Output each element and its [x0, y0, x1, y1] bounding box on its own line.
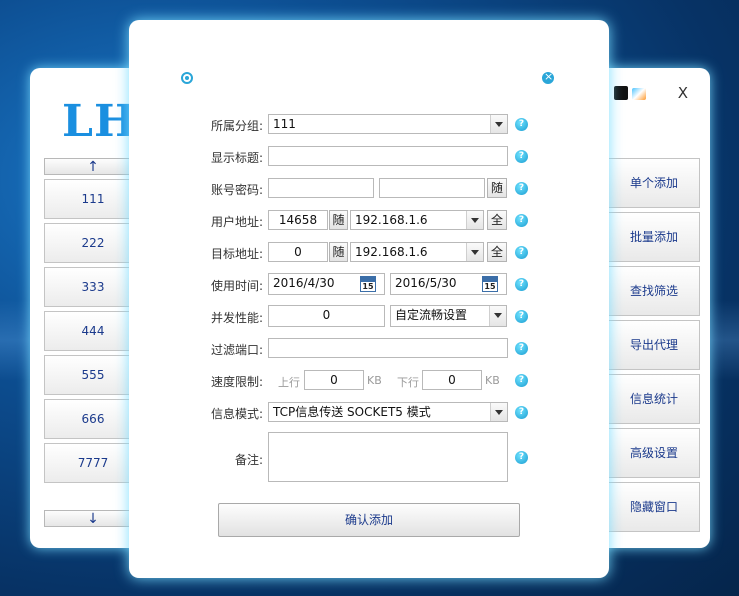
search-filter-button[interactable]: 查找筛选: [608, 266, 700, 316]
random-account-button[interactable]: 随: [487, 178, 507, 198]
help-icon[interactable]: ?: [515, 278, 528, 291]
help-icon[interactable]: ?: [515, 246, 528, 259]
shirt-icon[interactable]: [614, 86, 628, 100]
hide-window-button[interactable]: 隐藏窗口: [608, 482, 700, 532]
info-mode-select[interactable]: TCP信息传送 SOCKET5 模式: [268, 402, 508, 422]
chevron-down-icon[interactable]: [466, 243, 483, 261]
filter-port-input[interactable]: [268, 338, 508, 358]
single-add-button[interactable]: 单个添加: [608, 158, 700, 208]
app-logo: LH: [62, 96, 137, 147]
calendar-day: 15: [482, 281, 498, 292]
end-date-value: 2016/5/30: [395, 276, 457, 290]
close-icon[interactable]: [542, 70, 554, 84]
remark-textarea[interactable]: [268, 432, 508, 482]
help-icon[interactable]: ?: [515, 406, 528, 419]
download-label: 下行: [397, 376, 419, 389]
help-icon[interactable]: ?: [515, 451, 528, 464]
group-item[interactable]: 555: [44, 355, 142, 395]
group-select-value: 111: [273, 117, 296, 131]
tray-icons: [614, 86, 652, 102]
help-icon[interactable]: ?: [515, 342, 528, 355]
group-item[interactable]: 222: [44, 223, 142, 263]
info-mode-label: 信息模式:: [210, 407, 263, 421]
help-icon[interactable]: ?: [515, 118, 528, 131]
export-proxy-button[interactable]: 导出代理: [608, 320, 700, 370]
concurrency-mode-select[interactable]: 自定流畅设置: [390, 305, 507, 327]
info-mode-value: TCP信息传送 SOCKET5 模式: [273, 405, 431, 419]
chevron-down-icon[interactable]: [466, 211, 483, 229]
chevron-down-icon[interactable]: [489, 306, 506, 326]
help-icon[interactable]: ?: [515, 182, 528, 195]
chevron-down-icon[interactable]: [490, 115, 507, 133]
random-target-port-button[interactable]: 随: [329, 242, 348, 262]
calendar-day: 15: [360, 281, 376, 292]
download-limit-input[interactable]: 0: [422, 370, 482, 390]
concurrency-mode-value: 自定流畅设置: [395, 308, 468, 322]
password-input[interactable]: [379, 178, 485, 198]
filter-port-label: 过滤端口:: [210, 343, 263, 357]
minimize-icon[interactable]: [181, 72, 193, 84]
user-ip-value: 192.168.1.6: [355, 213, 428, 227]
title-input[interactable]: [268, 146, 508, 166]
upload-unit: KB: [367, 374, 382, 387]
upload-limit-input[interactable]: 0: [304, 370, 364, 390]
remark-label: 备注:: [234, 453, 263, 467]
title-label: 显示标题:: [210, 151, 263, 165]
help-icon[interactable]: ?: [515, 374, 528, 387]
username-input[interactable]: [268, 178, 374, 198]
group-label: 所属分组:: [210, 119, 263, 133]
group-item[interactable]: 444: [44, 311, 142, 351]
account-label: 账号密码:: [210, 183, 263, 197]
help-icon[interactable]: ?: [515, 150, 528, 163]
help-icon[interactable]: ?: [515, 214, 528, 227]
confirm-add-button[interactable]: 确认添加: [218, 503, 520, 537]
scroll-down-button[interactable]: ↓: [44, 510, 142, 527]
statistics-button[interactable]: 信息统计: [608, 374, 700, 424]
chevron-down-icon[interactable]: [490, 403, 507, 421]
group-item[interactable]: 333: [44, 267, 142, 307]
user-port-input[interactable]: 14658: [268, 210, 328, 230]
random-user-port-button[interactable]: 随: [329, 210, 348, 230]
group-item[interactable]: 111: [44, 179, 142, 219]
main-close-button[interactable]: X: [678, 84, 688, 102]
group-item[interactable]: 7777: [44, 443, 142, 483]
start-date-value: 2016/4/30: [273, 276, 335, 290]
target-ip-select[interactable]: 192.168.1.6: [350, 242, 484, 262]
scroll-up-button[interactable]: ↑: [44, 158, 142, 175]
upload-label: 上行: [278, 376, 300, 389]
batch-add-button[interactable]: 批量添加: [608, 212, 700, 262]
target-ip-value: 192.168.1.6: [355, 245, 428, 259]
all-target-ip-button[interactable]: 全: [487, 242, 507, 262]
target-address-label: 目标地址:: [210, 247, 263, 261]
add-proxy-dialog: 所属分组: 111 ? 显示标题: ? 账号密码: 随 ? 用户地址: 1465…: [129, 20, 609, 578]
group-item[interactable]: 666: [44, 399, 142, 439]
calendar-icon[interactable]: 15: [481, 275, 499, 293]
help-icon[interactable]: ?: [515, 310, 528, 323]
target-port-input[interactable]: 0: [268, 242, 328, 262]
speed-limit-label: 速度限制:: [210, 375, 263, 389]
concurrency-label: 并发性能:: [210, 311, 263, 325]
group-select[interactable]: 111: [268, 114, 508, 134]
advanced-settings-button[interactable]: 高级设置: [608, 428, 700, 478]
skin-icon[interactable]: [632, 88, 646, 100]
download-unit: KB: [485, 374, 500, 387]
user-address-label: 用户地址:: [210, 215, 263, 229]
calendar-icon[interactable]: 15: [359, 275, 377, 293]
user-ip-select[interactable]: 192.168.1.6: [350, 210, 484, 230]
action-panel: 单个添加 批量添加 查找筛选 导出代理 信息统计 高级设置 隐藏窗口: [608, 158, 700, 536]
usage-time-label: 使用时间:: [210, 279, 263, 293]
concurrency-input[interactable]: 0: [268, 305, 385, 327]
all-user-ip-button[interactable]: 全: [487, 210, 507, 230]
